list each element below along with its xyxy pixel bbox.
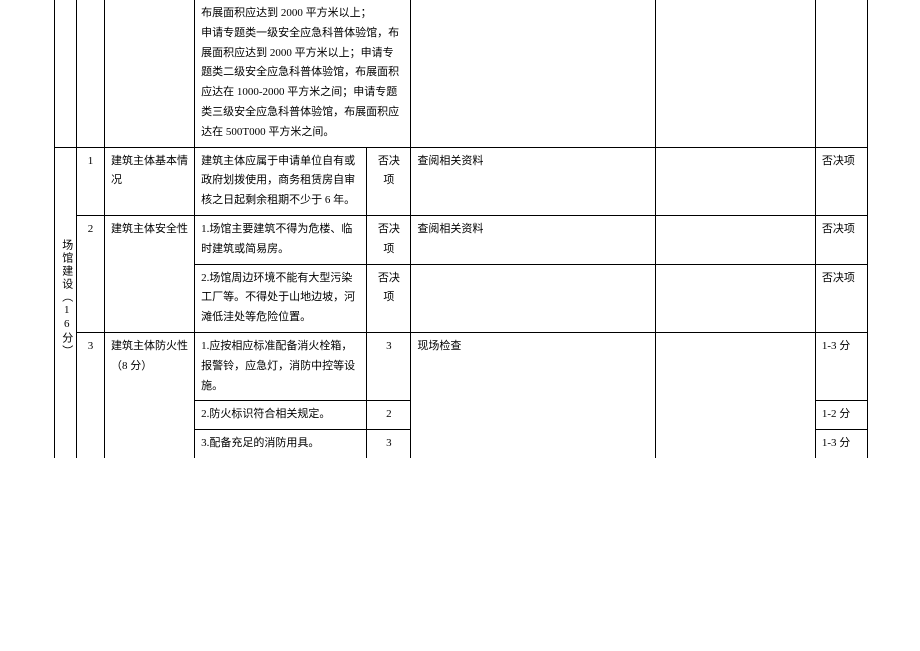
section-col: 场馆建设（16分） [55,147,77,458]
method-cell [411,0,655,147]
method-cell [411,264,655,332]
note-cell: 1-3 分 [815,332,867,400]
table-row: 场馆建设（16分） 1 建筑主体基本情况 建筑主体应属于申请单位自有或政府划拨使… [55,147,868,215]
num-cell [77,0,105,147]
note-cell: 否决项 [815,215,867,264]
method-cell: 查阅相关资料 [411,147,655,215]
score-cell: 否决项 [367,147,411,215]
desc-cell: 1.场馆主要建筑不得为危楼、临时建筑或简易房。 [195,215,367,264]
evaluation-table: 布展面积应达到 2000 平方米以上； 申请专题类一级安全应急科普体验馆，布展面… [54,0,868,458]
note-cell: 1-2 分 [815,401,867,430]
blank-cell [655,264,815,332]
method-cell: 现场检查 [411,332,655,457]
blank-cell [655,0,815,147]
score-cell: 2 [367,401,411,430]
desc-cell: 2.防火标识符合相关规定。 [195,401,367,430]
table-row: 3 建筑主体防火性（8 分） 1.应按相应标准配备消火栓箱，报警铃，应急灯，消防… [55,332,868,400]
desc-cell: 布展面积应达到 2000 平方米以上； 申请专题类一级安全应急科普体验馆，布展面… [195,0,411,147]
score-cell: 否决项 [367,264,411,332]
note-cell: 1-3 分 [815,430,867,458]
note-cell: 否决项 [815,147,867,215]
blank-cell [655,215,815,264]
score-cell: 否决项 [367,215,411,264]
desc-cell: 建筑主体应属于申请单位自有或政府划拨使用，商务租赁房自审核之日起剩余租期不少于 … [195,147,367,215]
table-row: 2 建筑主体安全性 1.场馆主要建筑不得为危楼、临时建筑或简易房。 否决项 查阅… [55,215,868,264]
score-cell: 3 [367,332,411,400]
num-cell: 3 [77,332,105,457]
blank-cell [655,147,815,215]
score-cell: 3 [367,430,411,458]
num-cell: 2 [77,215,105,332]
num-cell: 1 [77,147,105,215]
name-cell: 建筑主体防火性（8 分） [105,332,195,457]
desc-cell: 1.应按相应标准配备消火栓箱，报警铃，应急灯，消防中控等设施。 [195,332,367,400]
note-cell [815,0,867,147]
desc-cell: 2.场馆周边环境不能有大型污染工厂等。不得处于山地边坡，河滩低洼处等危险位置。 [195,264,367,332]
blank-cell [655,332,815,457]
desc-cell: 3.配备充足的消防用具。 [195,430,367,458]
note-cell: 否决项 [815,264,867,332]
name-cell: 建筑主体安全性 [105,215,195,332]
section-label: 场馆建设（16分） [56,239,76,358]
table-row: 布展面积应达到 2000 平方米以上； 申请专题类一级安全应急科普体验馆，布展面… [55,0,868,147]
name-cell [105,0,195,147]
name-cell: 建筑主体基本情况 [105,147,195,215]
section-col-prev [55,0,77,147]
method-cell: 查阅相关资料 [411,215,655,264]
